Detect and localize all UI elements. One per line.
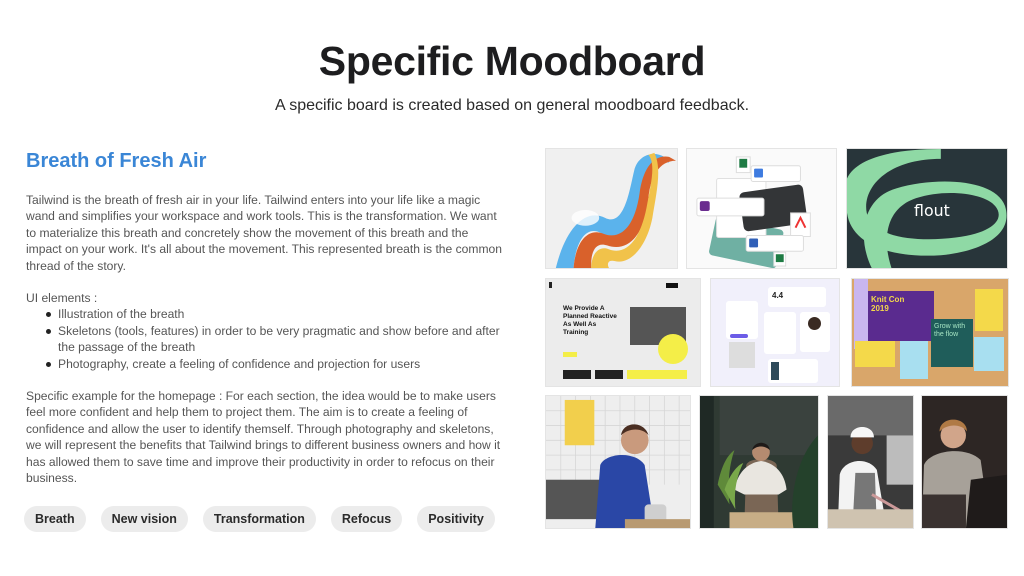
intro-paragraph: Tailwind is the breath of fresh air in y… [26,193,502,273]
knit-con-poster[interactable]: Knit Con 2019 Grow with the flow [851,278,1009,387]
profile-avatar [808,317,821,330]
accent-circle [658,334,688,364]
list-item: Skeletons (tools, features) in order to … [46,323,506,356]
nav-button [666,283,678,288]
rating-value: 4.4 [772,291,784,300]
laptop-user-image [922,396,1007,528]
tag-new-vision[interactable]: New vision [100,506,188,532]
poster-knit-photo [900,341,928,379]
list-item: Photography, create a feeling of confide… [46,356,506,372]
barista-photo[interactable] [545,395,691,529]
poster-title: Knit Con 2019 [871,295,905,313]
page-subtitle: A specific board is created based on gen… [274,97,750,114]
notifications-card [764,312,796,354]
tag-transformation[interactable]: Transformation [202,506,316,532]
poster-text-block [974,337,1004,371]
description-panel: Breath of Fresh Air Tailwind is the brea… [26,150,506,487]
section-title: Breath of Fresh Air [26,150,207,172]
photo-card [729,342,755,368]
floating-cards-skeleton[interactable] [686,148,837,269]
chart-button [730,334,748,338]
tag-breath[interactable]: Breath [24,506,86,532]
tag-refocus[interactable]: Refocus [330,506,403,532]
stat-card [563,370,591,379]
list-item: Illustration of the breath [46,306,506,322]
florist-image [700,396,818,528]
svg-text:flout: flout [914,201,950,220]
poster-photo-frame [975,289,1003,331]
poster-yellow-block [855,341,895,367]
flout-image: flout [847,149,1007,268]
floating-cards-image [687,149,836,268]
cta-button [563,352,577,357]
example-paragraph: Specific example for the homepage : For … [26,389,501,486]
tag-list: Breath New vision Transformation Refocus… [24,506,495,532]
ui-elements-list: Illustration of the breath Skeletons (to… [46,306,506,372]
stat-card [627,370,687,379]
laptop-user-photo[interactable] [921,395,1008,529]
ribbon-image [546,149,677,268]
barista-image [546,396,690,528]
breath-ribbon-illustration[interactable] [545,148,678,269]
florist-photo[interactable] [699,395,819,529]
page-title: Specific Moodboard [318,38,706,84]
book-cover [771,362,779,380]
flout-brand-illustration[interactable]: flout [846,148,1008,269]
landing-headline: We Provide A Planned Reactive As Well As… [563,305,617,336]
landing-page-skeleton[interactable]: We Provide A Planned Reactive As Well As… [545,278,701,387]
ui-elements-label: UI elements : [26,291,98,306]
dashboard-widgets-skeleton[interactable]: 4.4 [710,278,840,387]
chef-photo[interactable] [827,395,914,529]
logo-mark [549,282,552,288]
poster-strip [854,279,868,349]
tag-positivity[interactable]: Positivity [417,506,495,532]
poster-slogan: Grow with the flow [934,323,966,338]
chef-image [828,396,913,528]
stat-card [595,370,623,379]
